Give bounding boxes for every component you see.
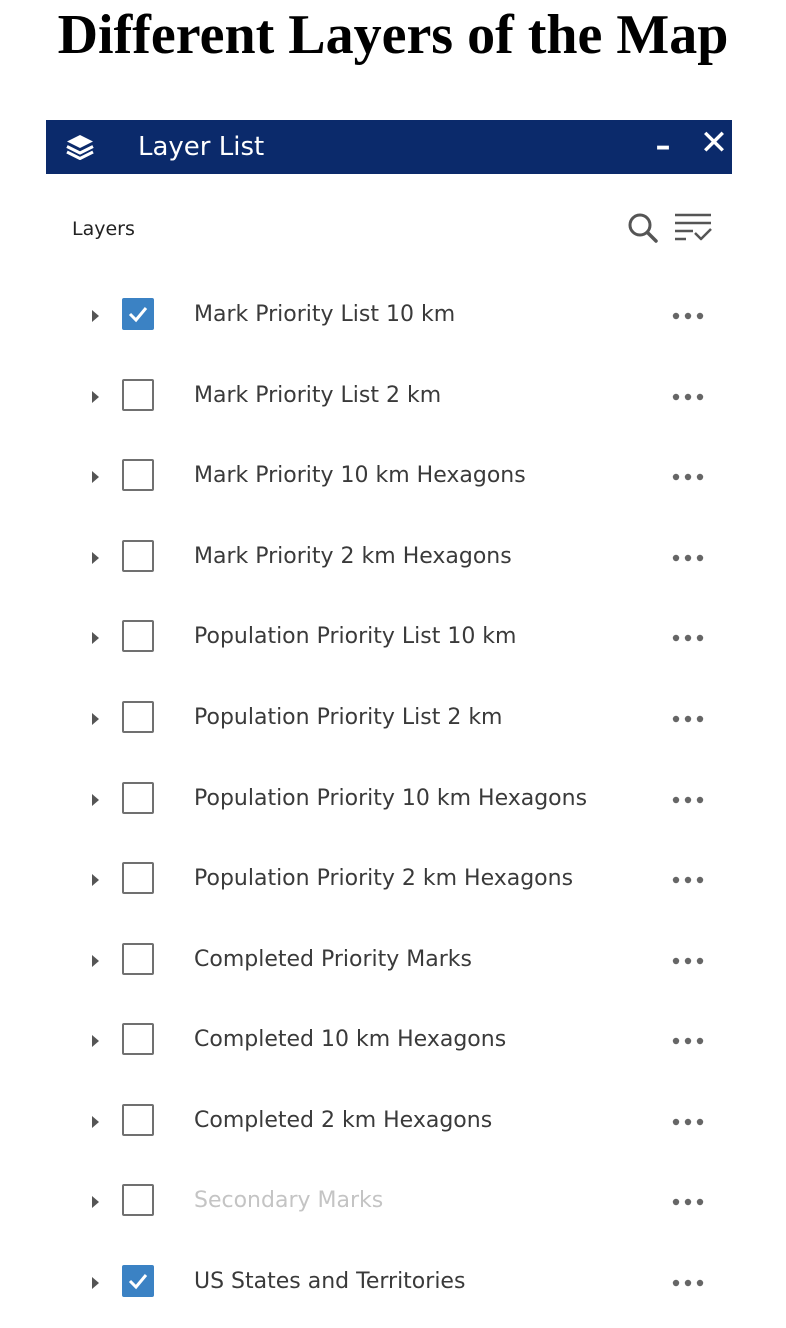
- more-options-icon[interactable]: [668, 705, 710, 733]
- caret-right-icon[interactable]: [86, 869, 106, 891]
- caret-right-icon[interactable]: [86, 789, 106, 811]
- layer-label: Mark Priority List 2 km: [194, 383, 442, 408]
- more-options-icon[interactable]: [668, 624, 710, 652]
- layers-section-label: Layers: [72, 218, 135, 240]
- caret-right-icon[interactable]: [86, 708, 106, 730]
- filter-list-icon[interactable]: [672, 208, 714, 248]
- caret-right-icon[interactable]: [86, 1030, 106, 1052]
- layer-checkbox[interactable]: [122, 459, 154, 491]
- more-options-icon[interactable]: [668, 1108, 710, 1136]
- more-options-icon[interactable]: [668, 866, 710, 894]
- layer-label: Secondary Marks: [194, 1188, 384, 1213]
- layer-label: Completed Priority Marks: [194, 947, 472, 972]
- more-options-icon[interactable]: [668, 1188, 710, 1216]
- layer-row: Population Priority 2 km Hexagons: [0, 850, 786, 910]
- layers-stack-icon: [64, 133, 96, 161]
- layer-checkbox[interactable]: [122, 701, 154, 733]
- more-options-icon[interactable]: [668, 383, 710, 411]
- more-options-icon[interactable]: [668, 1269, 710, 1297]
- layer-row: US States and Territories: [0, 1253, 786, 1313]
- layer-row: Mark Priority List 2 km: [0, 367, 786, 427]
- checkmark-icon: [128, 307, 148, 323]
- caret-right-icon[interactable]: [86, 1191, 106, 1213]
- more-options-icon[interactable]: [668, 544, 710, 572]
- layer-row: Completed 10 km Hexagons: [0, 1011, 786, 1071]
- layer-label: Population Priority 10 km Hexagons: [194, 786, 588, 811]
- more-options-icon[interactable]: [668, 786, 710, 814]
- layer-row: Completed Priority Marks: [0, 931, 786, 991]
- layer-label: Mark Priority 2 km Hexagons: [194, 544, 512, 569]
- layer-checkbox[interactable]: [122, 1023, 154, 1055]
- layer-checkbox[interactable]: [122, 379, 154, 411]
- layer-row: Population Priority List 10 km: [0, 608, 786, 668]
- caret-right-icon[interactable]: [86, 627, 106, 649]
- more-options-icon[interactable]: [668, 302, 710, 330]
- layer-row: Population Priority 10 km Hexagons: [0, 770, 786, 830]
- more-options-icon[interactable]: [668, 1027, 710, 1055]
- checkmark-icon: [128, 1274, 148, 1290]
- caret-right-icon[interactable]: [86, 305, 106, 327]
- layer-checkbox[interactable]: [122, 298, 154, 330]
- layer-label: Mark Priority List 10 km: [194, 302, 456, 327]
- layer-checkbox[interactable]: [122, 782, 154, 814]
- layer-label: Completed 10 km Hexagons: [194, 1027, 507, 1052]
- layer-checkbox[interactable]: [122, 1265, 154, 1297]
- layer-row: Mark Priority List 10 km: [0, 286, 786, 346]
- layer-row: Secondary Marks: [0, 1172, 786, 1232]
- search-icon[interactable]: [624, 208, 664, 248]
- layer-checkbox[interactable]: [122, 1104, 154, 1136]
- layer-row: Mark Priority 2 km Hexagons: [0, 528, 786, 588]
- layer-checkbox[interactable]: [122, 862, 154, 894]
- caret-right-icon[interactable]: [86, 1111, 106, 1133]
- caret-right-icon[interactable]: [86, 466, 106, 488]
- layer-row: Completed 2 km Hexagons: [0, 1092, 786, 1152]
- layer-label: Population Priority 2 km Hexagons: [194, 866, 574, 891]
- caret-right-icon[interactable]: [86, 950, 106, 972]
- caret-right-icon[interactable]: [86, 386, 106, 408]
- layer-label: Completed 2 km Hexagons: [194, 1108, 493, 1133]
- more-options-icon[interactable]: [668, 947, 710, 975]
- layer-checkbox[interactable]: [122, 1184, 154, 1216]
- panel-title: Layer List: [138, 132, 265, 162]
- layer-row: Mark Priority 10 km Hexagons: [0, 447, 786, 507]
- more-options-icon[interactable]: [668, 463, 710, 491]
- layer-checkbox[interactable]: [122, 943, 154, 975]
- minimize-button[interactable]: –: [650, 120, 676, 174]
- page-title: Different Layers of the Map: [57, 4, 729, 66]
- caret-right-icon[interactable]: [86, 1272, 106, 1294]
- close-button[interactable]: ✕: [698, 120, 730, 170]
- layer-row: Population Priority List 2 km: [0, 689, 786, 749]
- layer-label: Mark Priority 10 km Hexagons: [194, 463, 526, 488]
- layer-list-header: Layer List – ✕: [46, 120, 732, 174]
- layer-label: US States and Territories: [194, 1269, 466, 1294]
- layer-label: Population Priority List 2 km: [194, 705, 503, 730]
- layer-checkbox[interactable]: [122, 620, 154, 652]
- layer-label: Population Priority List 10 km: [194, 624, 517, 649]
- layer-checkbox[interactable]: [122, 540, 154, 572]
- caret-right-icon[interactable]: [86, 547, 106, 569]
